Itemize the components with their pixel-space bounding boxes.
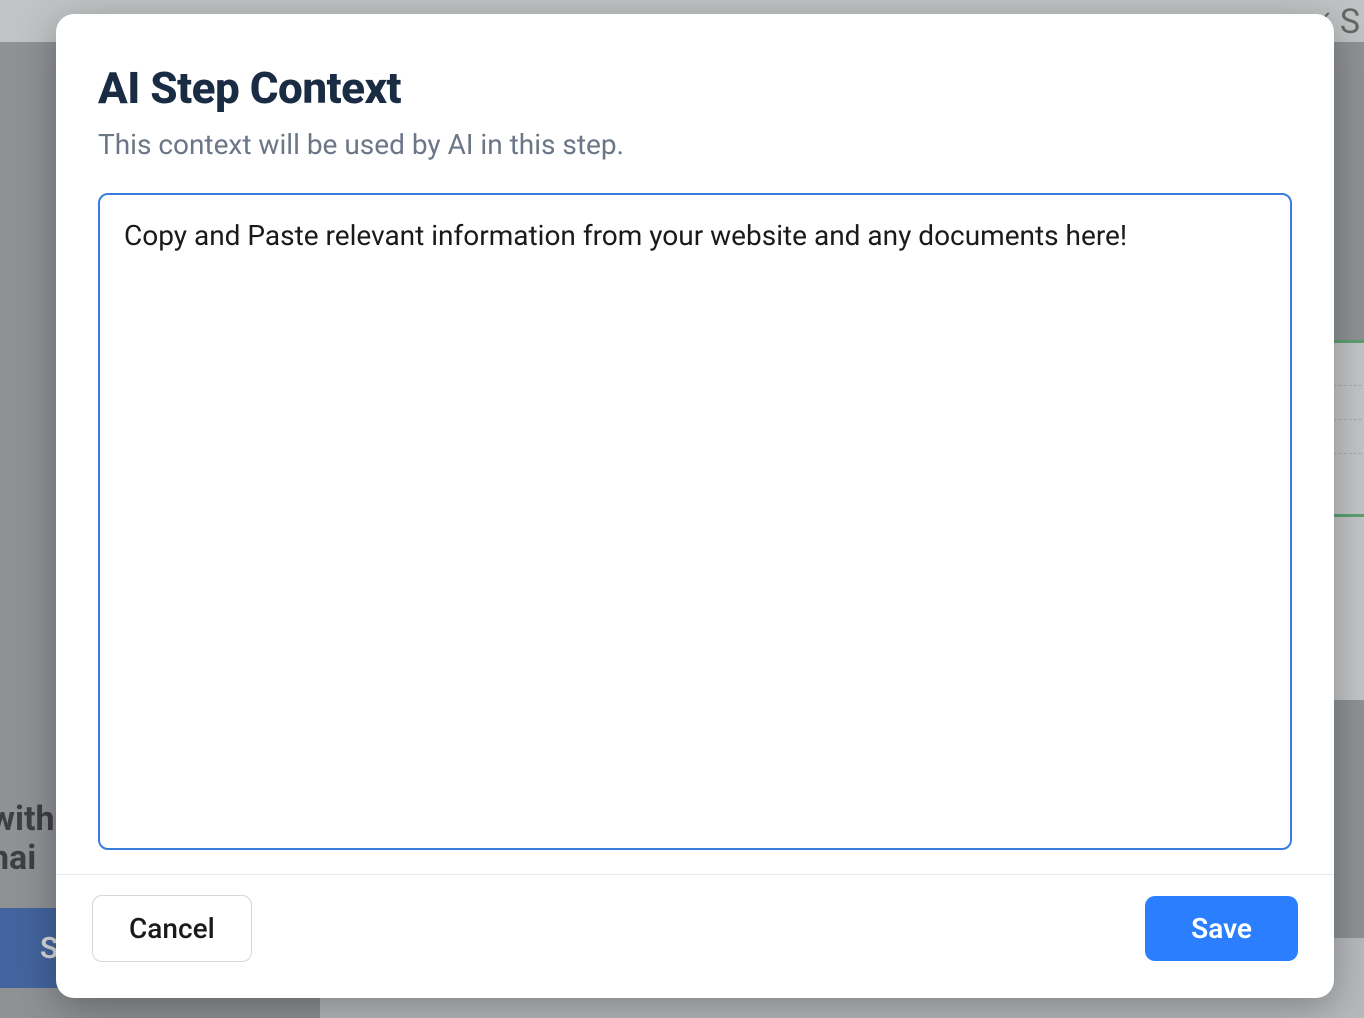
backdrop-bottom-text: with hai bbox=[0, 800, 55, 878]
cancel-button[interactable]: Cancel bbox=[92, 895, 252, 962]
modal-footer: Cancel Save bbox=[56, 874, 1334, 998]
backdrop-letter: S bbox=[1340, 2, 1360, 42]
modal-subtitle: This context will be used by AI in this … bbox=[98, 128, 1292, 161]
modal-title: AI Step Context bbox=[98, 62, 1292, 114]
modal-body: AI Step Context This context will be use… bbox=[56, 14, 1334, 874]
save-button[interactable]: Save bbox=[1145, 896, 1298, 961]
ai-step-context-modal: AI Step Context This context will be use… bbox=[56, 14, 1334, 998]
context-textarea[interactable] bbox=[98, 193, 1292, 850]
